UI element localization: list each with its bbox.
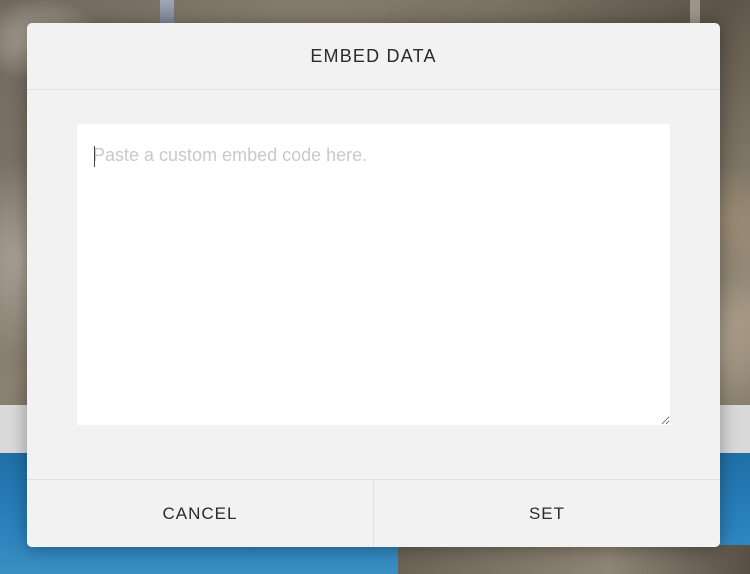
background-detail [160,0,174,24]
dialog-title: EMBED DATA [310,45,437,66]
background-detail [690,0,700,24]
background-rock [398,545,750,574]
embed-data-dialog: EMBED DATA CANCEL SET [27,23,720,547]
set-button[interactable]: SET [374,480,720,547]
dialog-footer: CANCEL SET [27,479,720,547]
embed-code-textarea[interactable] [77,124,670,425]
dialog-body [27,90,720,480]
text-caret [94,146,95,167]
embed-code-field-container [77,124,670,425]
cancel-button[interactable]: CANCEL [27,480,374,547]
dialog-header: EMBED DATA [27,23,720,90]
